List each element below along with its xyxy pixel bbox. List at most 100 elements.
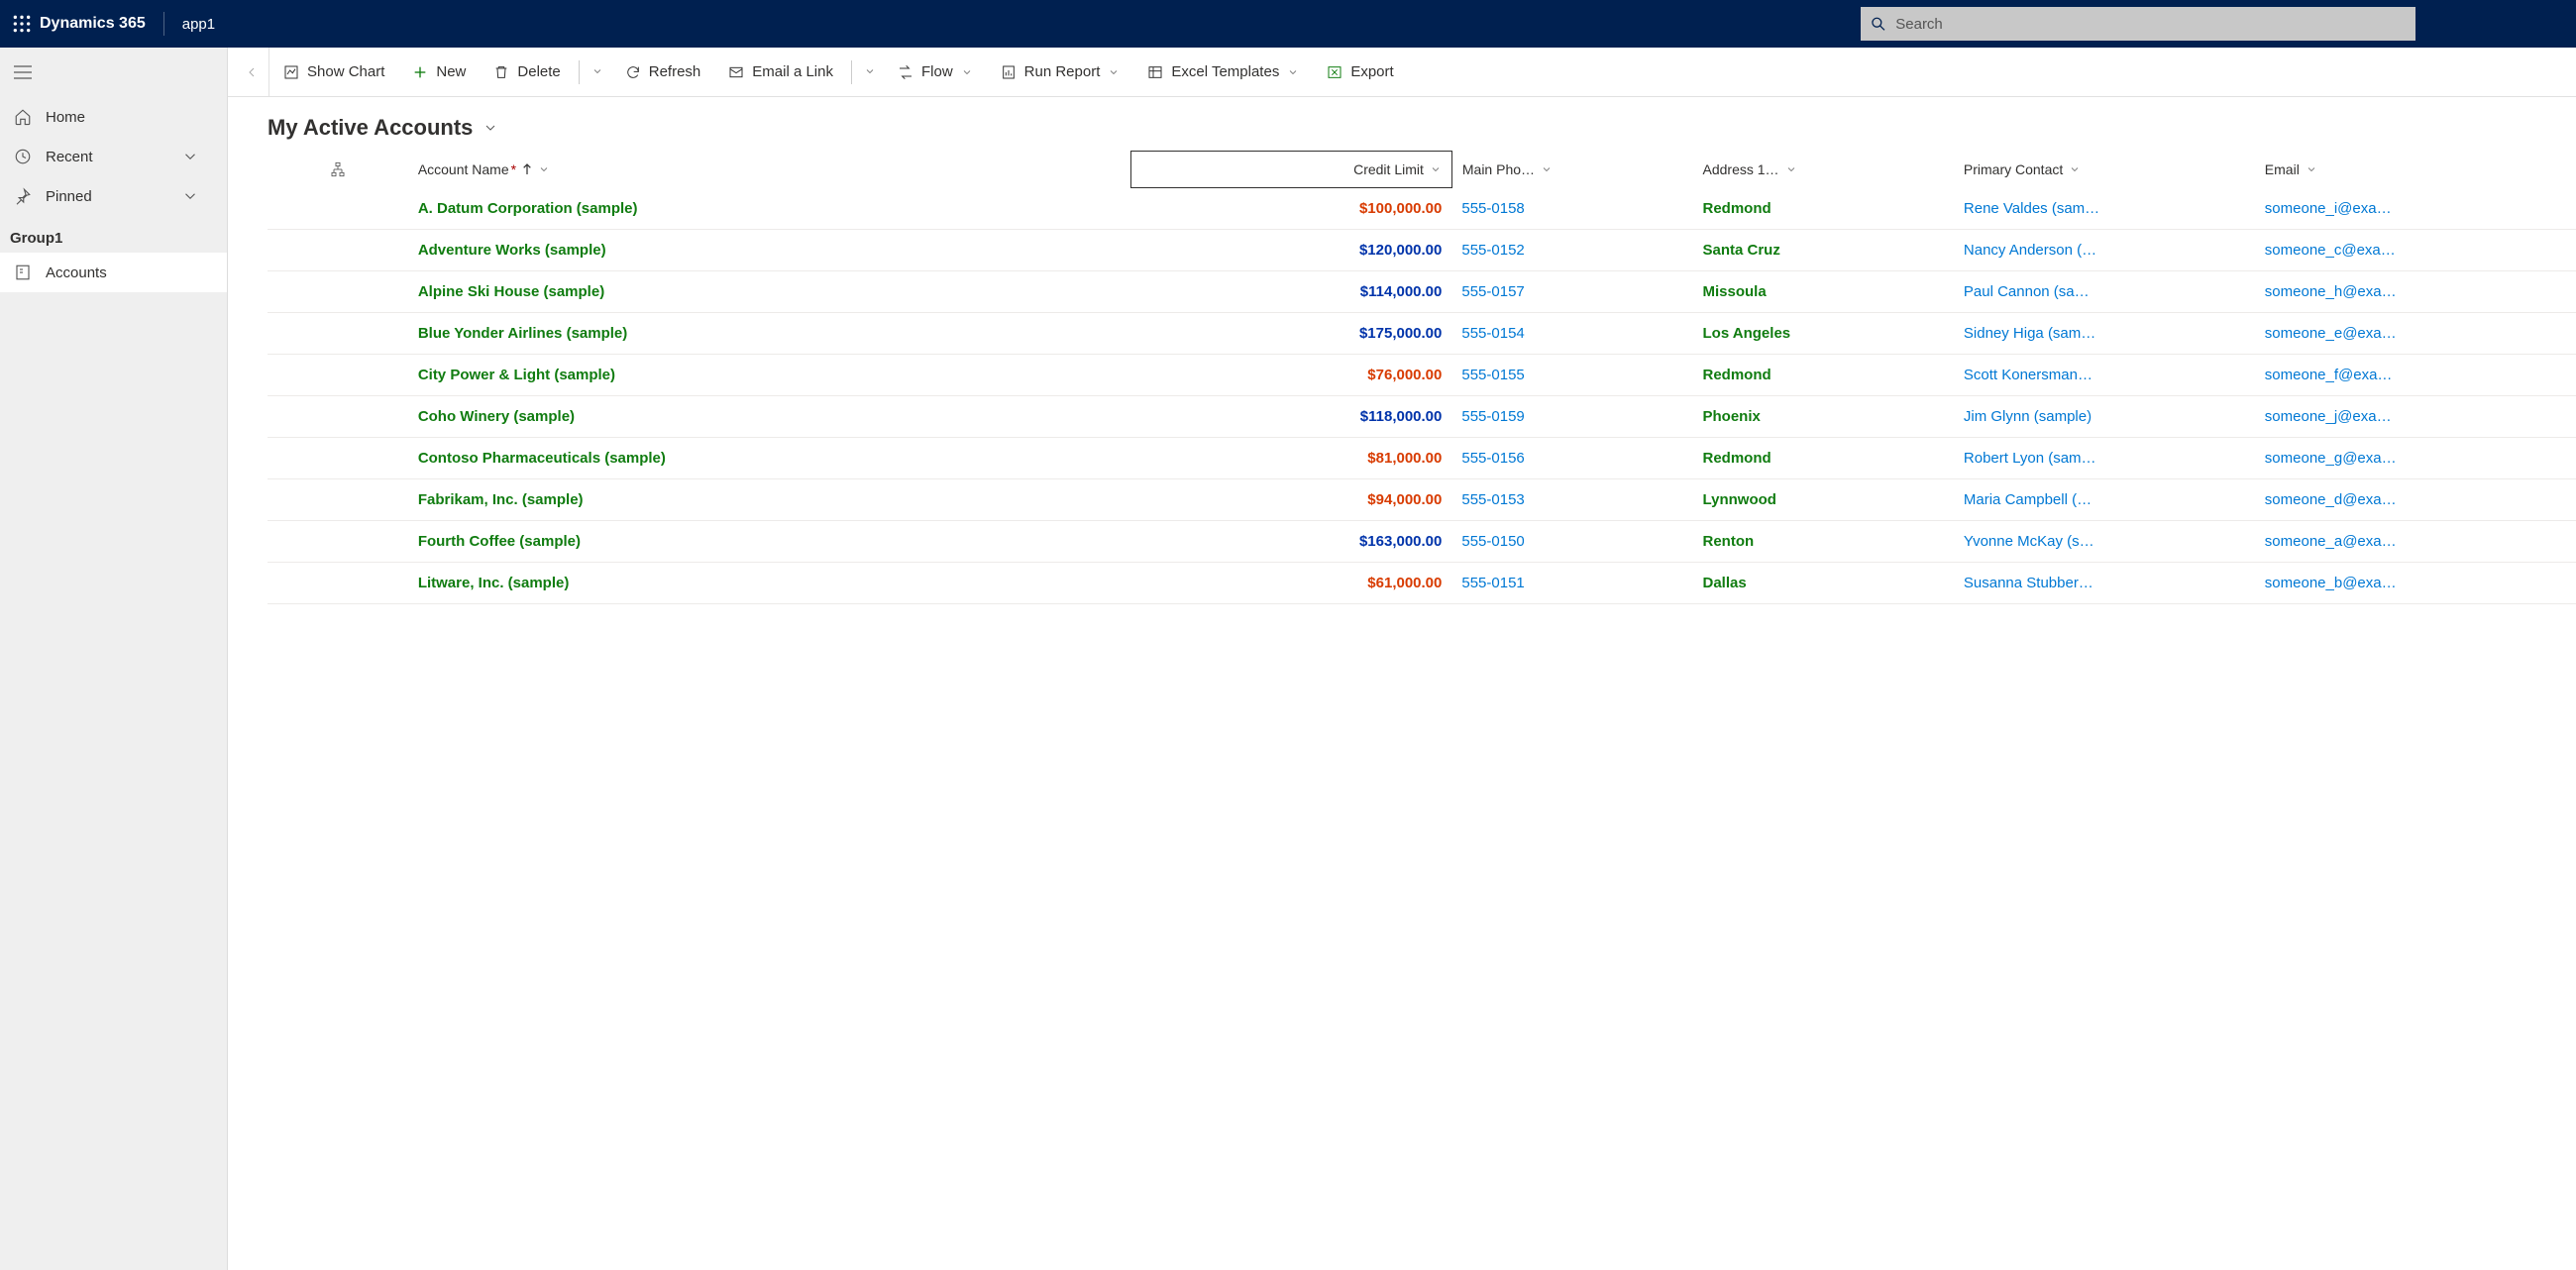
- cell-email[interactable]: someone_c@exa…: [2255, 230, 2576, 271]
- cmd-new[interactable]: New: [398, 48, 480, 96]
- cmd-export[interactable]: Export: [1313, 48, 1407, 96]
- cell-contact[interactable]: Paul Cannon (sa…: [1954, 271, 2255, 313]
- cell-email[interactable]: someone_h@exa…: [2255, 271, 2576, 313]
- cell-credit-limit: $61,000.00: [1130, 563, 1451, 604]
- col-hierarchy[interactable]: [268, 152, 408, 188]
- cell-phone[interactable]: 555-0153: [1451, 479, 1692, 521]
- table-row[interactable]: Litware, Inc. (sample)$61,000.00555-0151…: [268, 563, 2576, 604]
- row-select[interactable]: [268, 521, 408, 563]
- cell-account-name[interactable]: Litware, Inc. (sample): [408, 563, 1130, 604]
- cmd-email-link[interactable]: Email a Link: [714, 48, 847, 96]
- cmd-flow[interactable]: Flow: [884, 48, 987, 96]
- row-select[interactable]: [268, 396, 408, 438]
- cell-credit-limit: $175,000.00: [1130, 313, 1451, 355]
- table-row[interactable]: Blue Yonder Airlines (sample)$175,000.00…: [268, 313, 2576, 355]
- cmd-delete-split[interactable]: [584, 64, 611, 80]
- cell-city: Phoenix: [1693, 396, 1954, 438]
- nav-collapse-button[interactable]: [0, 48, 227, 97]
- cell-phone[interactable]: 555-0159: [1451, 396, 1692, 438]
- cell-phone[interactable]: 555-0151: [1451, 563, 1692, 604]
- cell-email[interactable]: someone_a@exa…: [2255, 521, 2576, 563]
- cell-contact[interactable]: Maria Campbell (…: [1954, 479, 2255, 521]
- cell-account-name[interactable]: A. Datum Corporation (sample): [408, 188, 1130, 230]
- row-select[interactable]: [268, 188, 408, 230]
- cmd-run-report[interactable]: Run Report: [987, 48, 1134, 96]
- brand-label[interactable]: Dynamics 365: [40, 15, 146, 33]
- cell-account-name[interactable]: Fabrikam, Inc. (sample): [408, 479, 1130, 521]
- cell-contact[interactable]: Nancy Anderson (…: [1954, 230, 2255, 271]
- cell-phone[interactable]: 555-0157: [1451, 271, 1692, 313]
- cell-credit-limit: $76,000.00: [1130, 355, 1451, 396]
- row-select[interactable]: [268, 479, 408, 521]
- cell-account-name[interactable]: Contoso Pharmaceuticals (sample): [408, 438, 1130, 479]
- cell-account-name[interactable]: Coho Winery (sample): [408, 396, 1130, 438]
- col-main-phone[interactable]: Main Pho…: [1451, 152, 1692, 188]
- table-row[interactable]: A. Datum Corporation (sample)$100,000.00…: [268, 188, 2576, 230]
- table-row[interactable]: Contoso Pharmaceuticals (sample)$81,000.…: [268, 438, 2576, 479]
- cell-phone[interactable]: 555-0150: [1451, 521, 1692, 563]
- cell-phone[interactable]: 555-0152: [1451, 230, 1692, 271]
- cell-phone[interactable]: 555-0154: [1451, 313, 1692, 355]
- cell-phone[interactable]: 555-0158: [1451, 188, 1692, 230]
- cell-account-name[interactable]: Alpine Ski House (sample): [408, 271, 1130, 313]
- table-row[interactable]: Adventure Works (sample)$120,000.00555-0…: [268, 230, 2576, 271]
- cell-contact[interactable]: Robert Lyon (sam…: [1954, 438, 2255, 479]
- cell-contact[interactable]: Sidney Higa (sam…: [1954, 313, 2255, 355]
- nav-home[interactable]: Home: [0, 97, 227, 137]
- chevron-down-icon: [181, 187, 199, 205]
- view-title[interactable]: My Active Accounts: [228, 97, 2576, 151]
- cell-email[interactable]: someone_f@exa…: [2255, 355, 2576, 396]
- app-name[interactable]: app1: [182, 16, 215, 33]
- cell-phone[interactable]: 555-0155: [1451, 355, 1692, 396]
- cell-account-name[interactable]: City Power & Light (sample): [408, 355, 1130, 396]
- table-row[interactable]: Alpine Ski House (sample)$114,000.00555-…: [268, 271, 2576, 313]
- row-select[interactable]: [268, 230, 408, 271]
- cmd-email-split[interactable]: [856, 64, 884, 80]
- col-email[interactable]: Email: [2255, 152, 2576, 188]
- nav-accounts[interactable]: Accounts: [0, 253, 227, 292]
- cell-email[interactable]: someone_j@exa…: [2255, 396, 2576, 438]
- cell-contact[interactable]: Jim Glynn (sample): [1954, 396, 2255, 438]
- row-select[interactable]: [268, 313, 408, 355]
- cmd-delete[interactable]: Delete: [480, 48, 574, 96]
- table-row[interactable]: Coho Winery (sample)$118,000.00555-0159P…: [268, 396, 2576, 438]
- table-row[interactable]: Fourth Coffee (sample)$163,000.00555-015…: [268, 521, 2576, 563]
- nav-pinned[interactable]: Pinned: [0, 176, 227, 216]
- cell-email[interactable]: someone_e@exa…: [2255, 313, 2576, 355]
- cmd-excel-templates[interactable]: Excel Templates: [1133, 48, 1313, 96]
- cell-contact[interactable]: Rene Valdes (sam…: [1954, 188, 2255, 230]
- table-row[interactable]: Fabrikam, Inc. (sample)$94,000.00555-015…: [268, 479, 2576, 521]
- cmd-refresh[interactable]: Refresh: [611, 48, 715, 96]
- nav-recent[interactable]: Recent: [0, 137, 227, 176]
- table-row[interactable]: City Power & Light (sample)$76,000.00555…: [268, 355, 2576, 396]
- col-address-city[interactable]: Address 1…: [1693, 152, 1954, 188]
- col-account-name[interactable]: Account Name *: [408, 152, 1130, 188]
- col-credit-limit[interactable]: Credit Limit: [1130, 152, 1451, 188]
- cell-email[interactable]: someone_i@exa…: [2255, 188, 2576, 230]
- row-select[interactable]: [268, 271, 408, 313]
- app-launcher-icon[interactable]: [12, 14, 32, 34]
- row-select[interactable]: [268, 355, 408, 396]
- col-primary-contact[interactable]: Primary Contact: [1954, 152, 2255, 188]
- cmd-show-chart[interactable]: Show Chart: [269, 48, 398, 96]
- cell-city: Lynnwood: [1693, 479, 1954, 521]
- cell-contact[interactable]: Susanna Stubber…: [1954, 563, 2255, 604]
- view-title-label: My Active Accounts: [268, 115, 473, 141]
- cell-account-name[interactable]: Adventure Works (sample): [408, 230, 1130, 271]
- row-select[interactable]: [268, 438, 408, 479]
- cell-email[interactable]: someone_d@exa…: [2255, 479, 2576, 521]
- cell-phone[interactable]: 555-0156: [1451, 438, 1692, 479]
- cell-account-name[interactable]: Fourth Coffee (sample): [408, 521, 1130, 563]
- cell-city: Renton: [1693, 521, 1954, 563]
- cell-contact[interactable]: Yvonne McKay (s…: [1954, 521, 2255, 563]
- back-button[interactable]: [234, 48, 269, 96]
- cell-contact[interactable]: Scott Konersman…: [1954, 355, 2255, 396]
- col-phone-label: Main Pho…: [1462, 161, 1535, 177]
- cell-email[interactable]: someone_g@exa…: [2255, 438, 2576, 479]
- search-box[interactable]: [1861, 7, 2415, 41]
- cell-email[interactable]: someone_b@exa…: [2255, 563, 2576, 604]
- excel-templates-icon: [1147, 64, 1163, 80]
- cell-account-name[interactable]: Blue Yonder Airlines (sample): [408, 313, 1130, 355]
- row-select[interactable]: [268, 563, 408, 604]
- search-input[interactable]: [1895, 16, 2406, 33]
